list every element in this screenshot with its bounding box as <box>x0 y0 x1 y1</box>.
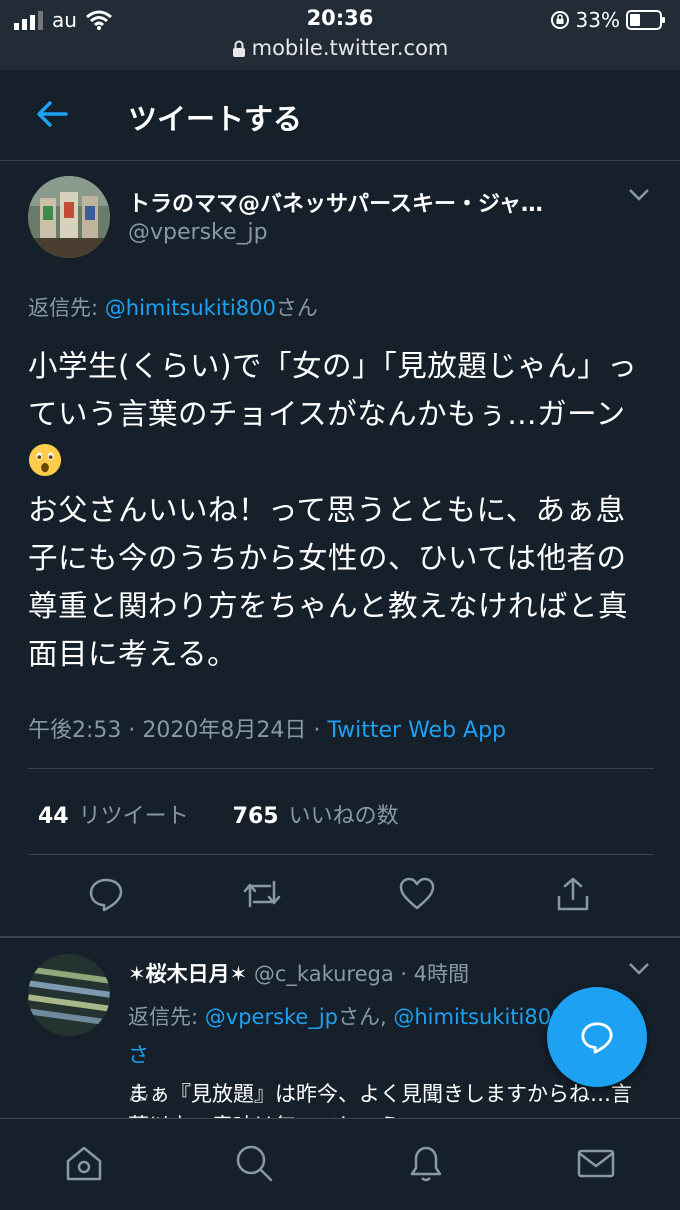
reply-target-link[interactable]: @vperske_jp <box>205 1005 338 1029</box>
reply-text: まぁ『見放題』は昨今、よく見聞きしますからね…言葉以上の意味は無いでしょう。 <box>128 1082 632 1118</box>
retweets-label: リツイート <box>78 804 189 829</box>
tweet-stats: 44 リツイート 765 いいねの数 <box>38 798 399 830</box>
search-icon[interactable] <box>234 1143 274 1183</box>
likes-count: 765 <box>232 804 279 829</box>
tweet-text-part2: お父さんいいね！って思うとともに、あぁ息子にも今のうちから女性の、ひいては他者の… <box>28 493 629 671</box>
chevron-down-icon[interactable] <box>628 188 650 202</box>
tweet-text-part1: 小学生(くらい)で「女の」「見放題じゃん」っていう言葉のチョイスがなんかもぅ…ガ… <box>28 349 638 431</box>
page-header: ツイートする <box>0 70 680 161</box>
url-text: mobile.twitter.com <box>251 36 449 60</box>
reply-context: 返信先: @himitsukiti800さん <box>28 292 318 322</box>
url-bar[interactable]: mobile.twitter.com <box>0 36 680 60</box>
section-divider <box>0 936 680 938</box>
reply-prefix: 返信先: <box>28 296 105 320</box>
tweet-timestamp[interactable]: 午後2:53 · 2020年8月24日 · <box>28 718 327 743</box>
status-bar: au 20:36 33% mobile.twitter.com <box>0 0 680 70</box>
tweet-actions <box>28 876 654 916</box>
bottom-tab-bar <box>0 1118 680 1210</box>
author-handle[interactable]: @vperske_jp <box>128 220 268 245</box>
author-name[interactable]: トラのママ@バネッサパースキー・ジャ… <box>128 186 588 218</box>
back-arrow-icon[interactable] <box>36 100 68 128</box>
home-icon[interactable] <box>64 1143 104 1183</box>
author-avatar[interactable] <box>28 176 110 258</box>
divider <box>28 768 654 769</box>
retweet-icon[interactable] <box>242 876 282 912</box>
divider <box>28 854 654 855</box>
reply-bubble-icon <box>581 1022 613 1054</box>
reply-author-line: ✶桜木日月✶ @c_kakurega · 4時間 <box>128 958 469 988</box>
retweets-count: 44 <box>38 804 69 829</box>
page-title: ツイートする <box>128 102 303 136</box>
share-icon[interactable] <box>555 876 591 912</box>
status-right: 33% <box>550 8 666 32</box>
reply-author-name[interactable]: ✶桜木日月✶ <box>128 962 247 986</box>
astonished-face-emoji-icon <box>28 443 62 477</box>
reply-icon[interactable] <box>88 876 124 912</box>
reply-author-avatar[interactable] <box>28 954 110 1036</box>
compose-reply-button[interactable] <box>547 987 647 1087</box>
tweet-meta: 午後2:53 · 2020年8月24日 · Twitter Web App <box>28 712 506 744</box>
notifications-bell-icon[interactable] <box>406 1143 446 1183</box>
reply-avatar-image <box>28 954 110 1036</box>
battery-icon <box>626 10 665 30</box>
avatar-image <box>28 176 110 258</box>
chevron-down-icon[interactable] <box>628 962 650 976</box>
reply-handle-time: @c_kakurega · 4時間 <box>247 962 470 986</box>
battery-percent: 33% <box>575 8 620 32</box>
lock-icon <box>232 40 245 57</box>
reply-target-link[interactable]: @himitsukiti800 <box>105 296 276 320</box>
messages-envelope-icon[interactable] <box>576 1143 616 1183</box>
tweet-text: 小学生(くらい)で「女の」「見放題じゃん」っていう言葉のチョイスがなんかもぅ…ガ… <box>28 342 654 678</box>
rotation-lock-icon <box>550 11 569 29</box>
reply-suffix: さん <box>275 296 318 320</box>
retweets-stat[interactable]: 44 リツイート <box>38 804 189 829</box>
likes-stat[interactable]: 765 いいねの数 <box>233 804 399 829</box>
reply-mid: さん, <box>338 1005 394 1029</box>
tweet-source-link[interactable]: Twitter Web App <box>327 718 506 743</box>
likes-label: いいねの数 <box>288 804 399 829</box>
like-heart-icon[interactable] <box>399 876 435 912</box>
reply-prefix: 返信先: <box>128 1005 205 1029</box>
